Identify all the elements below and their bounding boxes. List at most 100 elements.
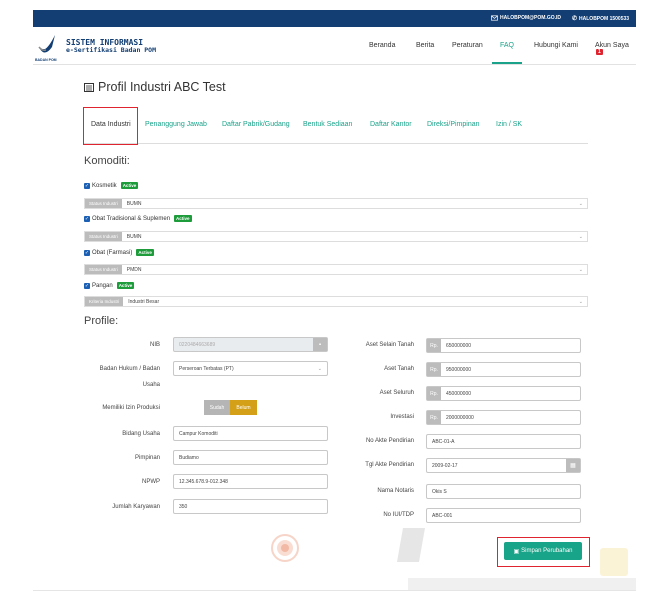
currency-prefix: Rp. [427, 339, 441, 352]
list-icon [84, 82, 94, 92]
tgl-akte-label: Tgl Akte Pendirian [365, 462, 414, 468]
profile-heading: Profile: [84, 315, 119, 327]
no-akte-field[interactable]: ABC-01-A [426, 434, 581, 449]
tgl-akte-field[interactable]: 2009-02-17 ▦ [426, 458, 581, 473]
save-button-label: Simpan Perubahan [521, 548, 573, 554]
tab-daftar-kantor[interactable]: Daftar Kantor [370, 121, 412, 128]
bpom-logo-icon[interactable] [37, 33, 59, 59]
komoditi-obat-farmasi-checkbox[interactable]: ✓ Obat (Farmasi) Active [84, 249, 154, 256]
status-industri-select[interactable]: Status Industri BUMN ⌄ [84, 198, 588, 209]
email-contact[interactable]: HALOBPOM@POM.GO.ID [491, 15, 561, 21]
active-badge: Active [116, 282, 135, 289]
aset-seluruh-value: 450000000 [446, 390, 472, 397]
nav-berita[interactable]: Berita [416, 42, 434, 49]
decorative-background-panel [408, 578, 636, 590]
tab-izin-sk[interactable]: Izin / SK [496, 121, 522, 128]
nav-peraturan[interactable]: Peraturan [452, 42, 483, 49]
nav-faq[interactable]: FAQ [500, 42, 514, 49]
save-icon: ▣ [513, 548, 520, 555]
izin-sudah-button[interactable]: Sudah [204, 400, 230, 415]
aset-tanah-value: 950000000 [446, 366, 472, 373]
select-value: BUMN [126, 200, 142, 207]
currency-prefix: Rp. [427, 411, 441, 424]
badan-hukum-value: Perseroan Terbatas (PT) [179, 365, 234, 372]
nav-akun-saya-label: Akun Saya [595, 42, 629, 49]
tabs-divider [83, 143, 588, 144]
nama-notaris-field[interactable]: Okis S [426, 484, 581, 499]
komoditi-kosmetik-checkbox[interactable]: ✓ Kosmetik Active [84, 182, 139, 189]
mail-icon [491, 15, 498, 21]
tab-direksi-pimpinan[interactable]: Direksi/Pimpinan [427, 121, 480, 128]
active-badge: Active [174, 215, 192, 222]
save-button[interactable]: ▣ Simpan Perubahan [504, 542, 582, 560]
select-value: PMDN [126, 266, 142, 273]
aset-selain-tanah-field[interactable]: Rp. 650000000 [426, 338, 581, 353]
npwp-label: NPWP [142, 479, 160, 485]
no-iui-label: No IUI/TDP [383, 512, 414, 518]
decorative-shape [397, 528, 425, 562]
brand-subtitle: e-Sertifikasi Badan POM [66, 46, 157, 54]
select-value: Industri Besar [128, 298, 160, 305]
page-title: Profil Industri ABC Test [84, 80, 226, 94]
nav-hubungi-kami[interactable]: Hubungi Kami [534, 42, 578, 49]
chevron-down-icon: ⌄ [578, 200, 583, 207]
nib-field: 0220484663689 ▪ [173, 337, 328, 352]
phone-icon: ✆ [572, 16, 578, 22]
nav-akun-saya[interactable]: Akun Saya1 [595, 42, 636, 56]
badan-hukum-label-line1: Badan Hukum / Badan [99, 366, 160, 372]
select-addon-label: Status Industri [85, 265, 122, 274]
komoditi-heading: Komoditi: [84, 155, 130, 167]
checkbox-checked-icon: ✓ [84, 215, 90, 222]
jumlah-karyawan-field[interactable]: 350 [173, 499, 328, 514]
no-iui-field[interactable]: ABC-001 [426, 508, 581, 523]
brand-small-text: BADAN POM [35, 58, 57, 62]
calendar-icon[interactable]: ▦ [566, 459, 580, 472]
chevron-down-icon: ⌄ [578, 298, 583, 305]
active-badge: Active [136, 249, 154, 256]
investasi-field[interactable]: Rp. 2000000000 [426, 410, 581, 425]
aset-tanah-field[interactable]: Rp. 950000000 [426, 362, 581, 377]
aset-seluruh-field[interactable]: Rp. 450000000 [426, 386, 581, 401]
active-badge: Active [120, 182, 139, 189]
komoditi-label: Obat (Farmasi) [92, 249, 133, 256]
badan-hukum-label-2: Usaha [142, 382, 160, 388]
komoditi-obat-tradisional-checkbox[interactable]: ✓ Obat Tradisional & Suplemen Active [84, 215, 192, 222]
bidang-usaha-label: Bidang Usaha [122, 431, 160, 437]
email-text: HALOBPOM@POM.GO.ID [500, 15, 561, 21]
checkbox-checked-icon: ✓ [84, 249, 90, 256]
nav-beranda[interactable]: Beranda [369, 42, 395, 49]
izin-belum-button[interactable]: Belum [230, 400, 257, 415]
status-industri-select[interactable]: Status Industri PMDN ⌄ [84, 264, 588, 275]
top-contact-bar: HALOBPOM@POM.GO.ID ✆ HALOBPOM 1500533 [33, 10, 636, 27]
npwp-field[interactable]: 12.345.678.9-012.348 [173, 474, 328, 489]
chevron-down-icon: ⌄ [578, 266, 583, 273]
tab-bentuk-sediaan[interactable]: Bentuk Sediaan [303, 121, 352, 128]
main-navbar: BADAN POM SISTEM INFORMASI e-Sertifikasi… [33, 27, 636, 65]
nib-value: 0220484663689 [179, 341, 216, 348]
tab-data-industri[interactable]: Data Industri [91, 121, 131, 128]
nav-active-underline [492, 62, 522, 64]
checkbox-checked-icon: ✓ [84, 182, 90, 189]
footer-divider [33, 590, 636, 591]
decorative-mug-shape [600, 548, 628, 576]
status-industri-select[interactable]: Status Industri BUMN ⌄ [84, 231, 588, 242]
tab-penanggung-jawab[interactable]: Penanggung Jawab [145, 121, 207, 128]
page-title-text: Profil Industri ABC Test [98, 80, 226, 94]
phone-text: HALOBPOM 1500533 [579, 15, 630, 22]
aset-seluruh-label: Aset Seluruh [379, 390, 414, 396]
aset-tanah-label: Aset Tanah [384, 366, 414, 372]
pimpinan-field[interactable]: Budiamo [173, 450, 328, 465]
phone-contact[interactable]: ✆ HALOBPOM 1500533 [572, 15, 630, 23]
select-addon-label: Kriteria Industri [85, 297, 124, 306]
komoditi-pangan-checkbox[interactable]: ✓ Pangan Active [84, 282, 135, 289]
nama-notaris-label: Nama Notaris [377, 488, 414, 494]
tab-daftar-pabrik[interactable]: Daftar Pabrik/Gudang [222, 121, 290, 128]
chevron-down-icon: ⌄ [578, 233, 583, 240]
badan-hukum-select[interactable]: Perseroan Terbatas (PT) ⌄ [173, 361, 328, 376]
select-value: BUMN [126, 233, 142, 240]
pimpinan-label: Pimpinan [134, 455, 160, 461]
select-addon-label: Status Industri [85, 232, 122, 241]
kriteria-industri-select[interactable]: Kriteria Industri Industri Besar ⌄ [84, 296, 588, 307]
bidang-usaha-field[interactable]: Campur Komoditi [173, 426, 328, 441]
aset-selain-tanah-label: Aset Selain Tanah [365, 342, 414, 348]
